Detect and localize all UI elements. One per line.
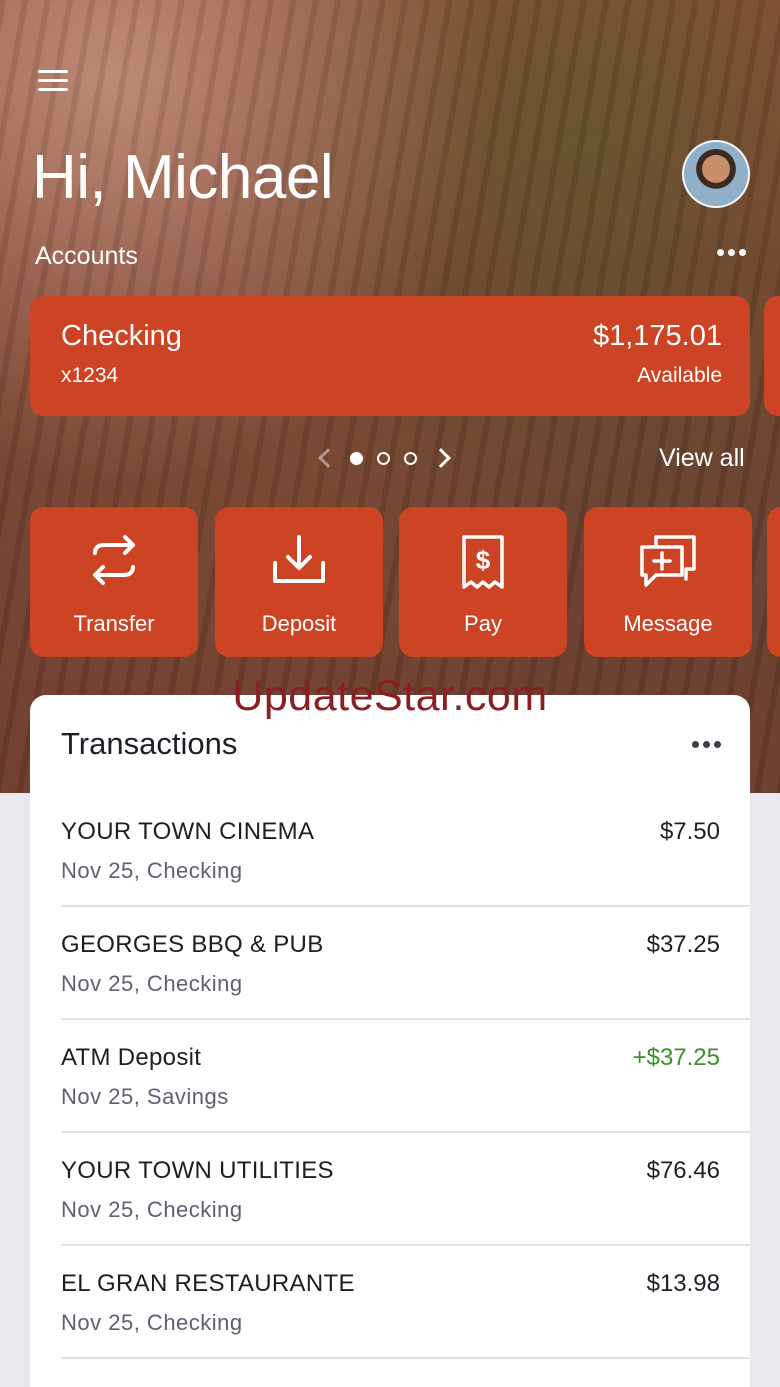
transaction-row[interactable]: YOUR TOWN UTILITIES Nov 25, Checking $76… bbox=[61, 1133, 750, 1246]
next-action-button[interactable] bbox=[767, 507, 780, 657]
pay-button[interactable]: $ Pay bbox=[399, 507, 567, 657]
pager-dot-active[interactable] bbox=[350, 451, 363, 465]
transaction-meta: Nov 25, Checking bbox=[61, 858, 243, 883]
view-all-link[interactable]: View all bbox=[659, 444, 745, 473]
transaction-merchant: GEORGES BBQ & PUB bbox=[61, 931, 324, 958]
deposit-label: Deposit bbox=[261, 611, 337, 636]
greeting-title: Hi, Michael bbox=[32, 143, 334, 212]
transaction-row[interactable]: YOUR TOWN CINEMA Nov 25, Checking $7.50 bbox=[61, 794, 750, 907]
account-balance: $1,175.01 bbox=[592, 320, 722, 352]
next-account-card[interactable] bbox=[764, 296, 780, 416]
transfer-label: Transfer bbox=[73, 611, 155, 636]
chevron-left-icon[interactable] bbox=[310, 442, 338, 474]
pay-label: Pay bbox=[464, 611, 502, 636]
message-icon bbox=[640, 535, 696, 587]
account-balance-label: Available bbox=[637, 364, 722, 387]
transaction-amount: +$37.25 bbox=[632, 1044, 720, 1071]
pager-dot[interactable] bbox=[377, 451, 390, 465]
bill-pay-icon: $ bbox=[462, 535, 504, 589]
account-name: Checking bbox=[61, 320, 182, 352]
transaction-amount: $76.46 bbox=[646, 1157, 720, 1184]
account-number: x1234 bbox=[61, 364, 119, 387]
accounts-section-label: Accounts bbox=[35, 242, 138, 270]
transaction-merchant: YOUR TOWN CINEMA bbox=[61, 818, 315, 845]
transfer-icon bbox=[93, 535, 135, 585]
watermark-text: UpdateStar.com bbox=[232, 672, 548, 720]
transfer-button[interactable]: Transfer bbox=[30, 507, 198, 657]
transaction-meta: Nov 25, Checking bbox=[61, 1197, 243, 1222]
deposit-icon bbox=[273, 535, 325, 583]
accounts-more-icon[interactable] bbox=[713, 245, 750, 260]
message-button[interactable]: Message bbox=[584, 507, 752, 657]
transactions-more-icon[interactable] bbox=[690, 739, 723, 750]
transactions-title: Transactions bbox=[61, 726, 238, 761]
message-label: Message bbox=[623, 611, 713, 636]
transaction-amount: $7.50 bbox=[659, 818, 720, 845]
pager-dot[interactable] bbox=[404, 451, 417, 465]
hamburger-menu-icon[interactable] bbox=[38, 70, 68, 94]
account-pager bbox=[310, 442, 457, 474]
transaction-meta: Nov 25, Savings bbox=[61, 1084, 229, 1109]
deposit-button[interactable]: Deposit bbox=[215, 507, 383, 657]
transaction-row[interactable]: EL GRAN RESTAURANTE Nov 25, Checking $13… bbox=[61, 1246, 750, 1359]
svg-text:$: $ bbox=[476, 545, 491, 575]
chevron-right-icon[interactable] bbox=[429, 442, 457, 474]
transactions-panel: Transactions YOUR TOWN CINEMA Nov 25, Ch… bbox=[30, 695, 750, 1387]
transaction-amount: $37.25 bbox=[646, 931, 720, 958]
transaction-merchant: EL GRAN RESTAURANTE bbox=[61, 1270, 355, 1297]
avatar[interactable] bbox=[682, 140, 750, 208]
transaction-meta: Nov 25, Checking bbox=[61, 1310, 243, 1335]
transaction-row[interactable]: GEORGES BBQ & PUB Nov 25, Checking $37.2… bbox=[61, 907, 750, 1020]
account-card-checking[interactable]: Checking x1234 $1,175.01 Available bbox=[30, 296, 750, 416]
transaction-merchant: ATM Deposit bbox=[61, 1044, 202, 1071]
transaction-merchant: YOUR TOWN UTILITIES bbox=[61, 1157, 334, 1184]
transaction-meta: Nov 25, Checking bbox=[61, 971, 243, 996]
transaction-amount: $13.98 bbox=[646, 1270, 720, 1297]
transaction-row[interactable]: ATM Deposit Nov 25, Savings +$37.25 bbox=[61, 1020, 750, 1133]
